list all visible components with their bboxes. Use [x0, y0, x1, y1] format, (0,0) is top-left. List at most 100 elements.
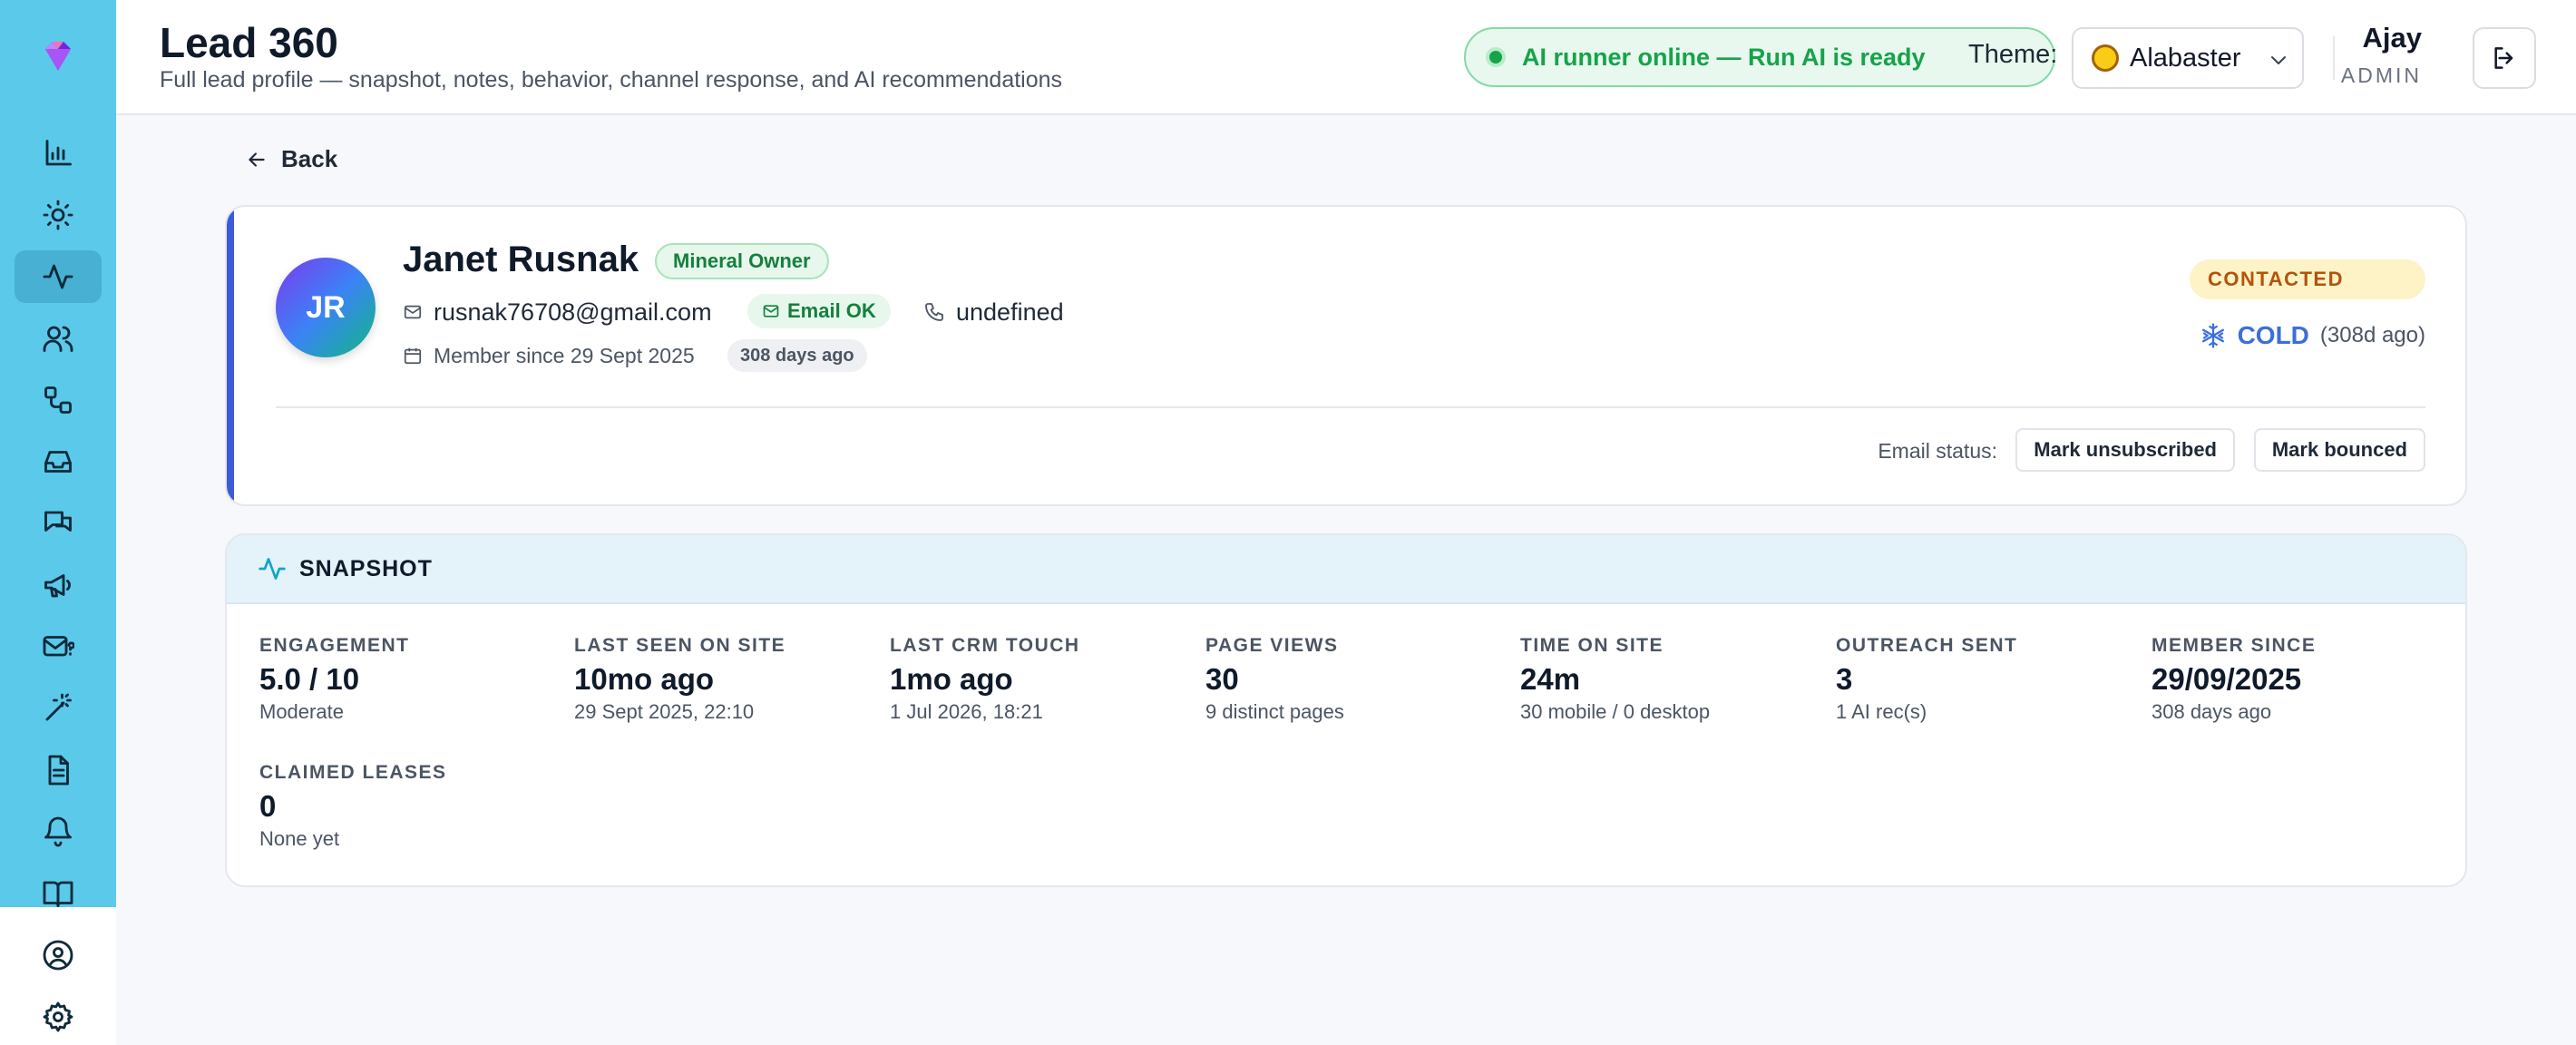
stat-sub: 308 days ago [2152, 700, 2272, 723]
nav-campaigns[interactable] [15, 559, 102, 611]
stat-sub: None yet [259, 827, 340, 850]
activity-icon [43, 264, 73, 289]
status-badge: CONTACTED [2190, 259, 2425, 299]
nav-documents[interactable] [15, 744, 102, 796]
nav-knowledge[interactable] [15, 867, 102, 920]
nav-profile[interactable] [15, 929, 102, 982]
member-since-text: Member since 29 Sept 2025 [434, 343, 695, 367]
lead-phone[interactable]: undefined [956, 298, 1064, 327]
brand-logo[interactable] [38, 36, 78, 76]
back-label: Back [281, 145, 338, 172]
member-since-row: Member since 29 Sept 2025 [403, 339, 695, 372]
page-title: Lead 360 [160, 19, 338, 66]
lead-temperature: COLD (308d ago) [2200, 317, 2425, 354]
logout-button[interactable] [2473, 27, 2536, 89]
magic-wand-icon [45, 693, 72, 721]
nav-settings[interactable] [15, 991, 102, 1043]
mark-unsubscribed-button[interactable]: Mark unsubscribed [2015, 428, 2235, 472]
days-ago-badge: 308 days ago [727, 339, 867, 372]
email-ok-badge: Email OK [747, 294, 891, 328]
top-header: Lead 360 Full lead profile — snapshot, n… [116, 0, 2576, 115]
stat-sub: 1 Jul 2026, 18:21 [890, 700, 1043, 723]
logout-icon [2494, 47, 2513, 69]
email-status-label: Email status: [1878, 439, 1997, 463]
ai-status-text: AI runner online — Run AI is ready [1522, 43, 1926, 71]
user-role: ADMIN [2340, 63, 2422, 87]
stat-sub: 29 Sept 2025, 22:10 [574, 700, 755, 723]
chevron-down-icon [2271, 56, 2286, 64]
stat-last-crm-touch: LAST CRM TOUCH 1mo ago 1 Jul 2026, 18:21 [890, 635, 1180, 724]
settings-icon [43, 1001, 73, 1032]
nav-sun[interactable] [15, 189, 102, 241]
stat-label: LAST CRM TOUCH [890, 635, 1080, 656]
stat-sub: 1 AI rec(s) [1836, 700, 1927, 723]
stat-label: TIME ON SITE [1520, 635, 1664, 656]
stat-sub: Moderate [259, 700, 344, 723]
stat-label: PAGE VIEWS [1205, 635, 1339, 656]
status-dot-icon [1486, 47, 1506, 67]
stat-label: ENGAGEMENT [259, 635, 410, 656]
email-ok-label: Email OK [787, 299, 876, 322]
lead-email[interactable]: rusnak76708@gmail.com [434, 298, 712, 327]
card-divider [276, 406, 2425, 408]
stat-label: OUTREACH SENT [1836, 635, 2018, 656]
page-subtitle: Full lead profile — snapshot, notes, beh… [160, 67, 1063, 93]
mail-icon [404, 305, 422, 319]
stat-value: 0 [259, 789, 277, 823]
stat-value: 24m [1520, 662, 1581, 696]
nav-messages[interactable] [15, 497, 102, 550]
bell-icon [44, 816, 72, 847]
nav-mail[interactable] [15, 620, 102, 673]
stat-value: 30 [1205, 662, 1239, 696]
snapshot-card: SNAPSHOT ENGAGEMENT 5.0 / 10 Moderate LA… [225, 533, 2467, 887]
theme-select[interactable]: Alabaster [2072, 27, 2304, 89]
stat-value: 5.0 / 10 [259, 662, 360, 696]
calendar-icon [404, 347, 422, 365]
bar-chart-icon [45, 140, 72, 166]
stat-value: 3 [1836, 662, 1853, 696]
stat-label: LAST SEEN ON SITE [574, 635, 786, 656]
mail-check-icon [763, 305, 779, 317]
sun-icon [43, 200, 73, 230]
sidebar [0, 0, 116, 1045]
stat-time-on-site: TIME ON SITE 24m 30 mobile / 0 desktop [1520, 635, 1810, 724]
phone-icon [925, 303, 943, 321]
stat-sub: 30 mobile / 0 desktop [1520, 700, 1711, 723]
phone-row: undefined [923, 294, 1064, 330]
stat-value: 10mo ago [574, 662, 715, 696]
nav-notifications[interactable] [15, 806, 102, 858]
users-icon [43, 326, 73, 352]
user-circle-icon [43, 940, 73, 971]
theme-value: Alabaster [2130, 43, 2241, 73]
temperature-age: (308d ago) [2319, 323, 2425, 347]
card-accent-bar [227, 207, 234, 504]
back-button[interactable]: Back [245, 145, 337, 173]
document-icon [48, 755, 69, 786]
arrow-left-icon [249, 151, 265, 167]
ai-status-pill[interactable]: AI runner online — Run AI is ready [1464, 27, 2055, 87]
stat-page-views: PAGE VIEWS 30 9 distinct pages [1205, 635, 1496, 724]
nav-analytics[interactable] [15, 127, 102, 180]
temperature-label: COLD [2237, 321, 2309, 349]
stat-value: 29/09/2025 [2152, 662, 2302, 696]
messages-icon [44, 511, 72, 532]
nav-activity[interactable] [15, 250, 102, 303]
stat-claimed-leases: CLAIMED LEASES 0 None yet [259, 762, 550, 851]
nav-inbox[interactable] [15, 435, 102, 488]
user-name: Ajay [2362, 22, 2422, 54]
mark-bounced-button[interactable]: Mark bounced [2253, 428, 2425, 472]
nav-users[interactable] [15, 312, 102, 365]
snowflake-icon [2201, 323, 2224, 348]
avatar: JR [276, 258, 376, 357]
nav-workflow[interactable] [15, 374, 102, 426]
nav-ai-tools[interactable] [15, 682, 102, 735]
book-icon [43, 881, 73, 907]
header-divider [2333, 36, 2335, 80]
snapshot-header: SNAPSHOT [227, 535, 2465, 604]
lead-profile-card: JR Janet Rusnak Mineral Owner rusnak7670… [225, 205, 2467, 506]
stat-member-since: MEMBER SINCE 29/09/2025 308 days ago [2152, 635, 2442, 724]
stat-last-seen: LAST SEEN ON SITE 10mo ago 29 Sept 2025,… [574, 635, 864, 724]
stat-sub: 9 distinct pages [1205, 700, 1344, 723]
stat-outreach-sent: OUTREACH SENT 3 1 AI rec(s) [1836, 635, 2126, 724]
stat-engagement: ENGAGEMENT 5.0 / 10 Moderate [259, 635, 550, 724]
